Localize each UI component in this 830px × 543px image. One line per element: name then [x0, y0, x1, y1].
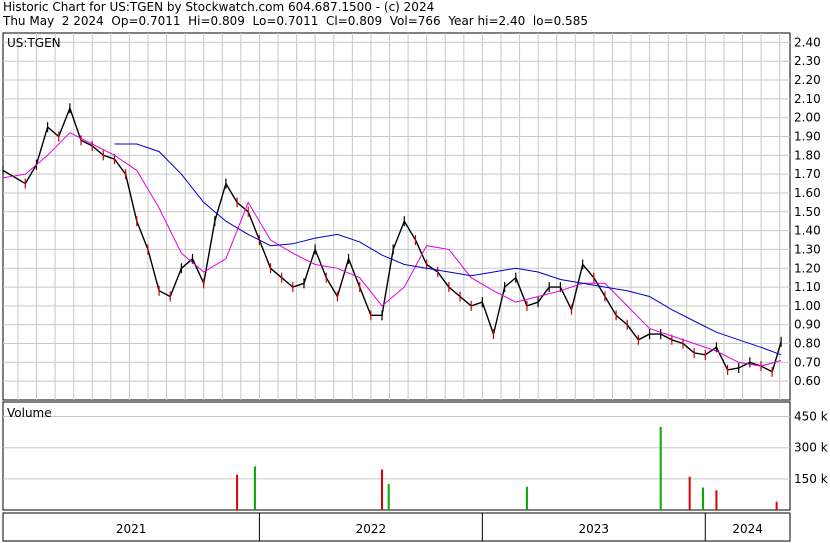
- y-tick-label: 0.60: [794, 374, 821, 388]
- y-tick-label: 1.20: [794, 261, 821, 275]
- volume-bar: [688, 476, 691, 510]
- volume-bar: [525, 486, 528, 510]
- price-panel: 2.40 2.30 2.20 2.10 2.00 1.90 1.80 1.70 1.60 1.50…: [2, 32, 821, 401]
- y-tick-label: 2.00: [794, 111, 821, 125]
- volume-frame: [2, 401, 791, 511]
- y-tick-label: 0.90: [794, 318, 821, 332]
- y-tick-label: 1.90: [794, 130, 821, 144]
- x-tick-label: 2021: [116, 522, 147, 536]
- y-tick-label: 2.40: [794, 35, 821, 49]
- price-frame: [2, 32, 791, 401]
- volume-bar: [702, 487, 705, 510]
- volume-bar: [236, 474, 239, 510]
- y-tick-label: 0.70: [794, 355, 821, 369]
- y-tick-label: 1.70: [794, 167, 821, 181]
- y-tick-label: 1.30: [794, 242, 821, 256]
- volume-panel-title: Volume: [7, 406, 52, 420]
- volume-bar: [715, 490, 718, 510]
- price-panel-title: US:TGEN: [7, 36, 61, 50]
- volume-bar: [387, 484, 390, 510]
- y-tick-label: 1.50: [794, 205, 821, 219]
- volume-bar: [659, 426, 662, 510]
- y-tick-label: 1.80: [794, 148, 821, 162]
- x-tick-label: 2024: [732, 522, 763, 536]
- volume-bar: [775, 501, 778, 510]
- chart-canvas: 2.40 2.30 2.20 2.10 2.00 1.90 1.80 1.70 1.60 1.50…: [2, 32, 828, 542]
- volume-bar: [253, 466, 256, 510]
- y-tick-label: 1.60: [794, 186, 821, 200]
- volume-tick-label: 450 k: [794, 410, 828, 424]
- x-tick-label: 2022: [356, 522, 387, 536]
- volume-tick-label: 300 k: [794, 441, 828, 455]
- x-tick-label: 2023: [579, 522, 610, 536]
- volume-panel: 450 k 300 k 150 k Volume: [2, 401, 828, 511]
- y-tick-label: 1.00: [794, 299, 821, 313]
- y-tick-label: 2.30: [794, 54, 821, 68]
- y-tick-label: 2.10: [794, 92, 821, 106]
- y-tick-label: 1.10: [794, 280, 821, 294]
- volume-tick-label: 150 k: [794, 472, 828, 486]
- y-tick-label: 2.20: [794, 73, 821, 87]
- y-tick-label: 1.40: [794, 224, 821, 238]
- y-tick-label: 0.80: [794, 337, 821, 351]
- volume-bar: [381, 469, 384, 510]
- x-axis: 2021 2022 2023 2024: [2, 512, 791, 542]
